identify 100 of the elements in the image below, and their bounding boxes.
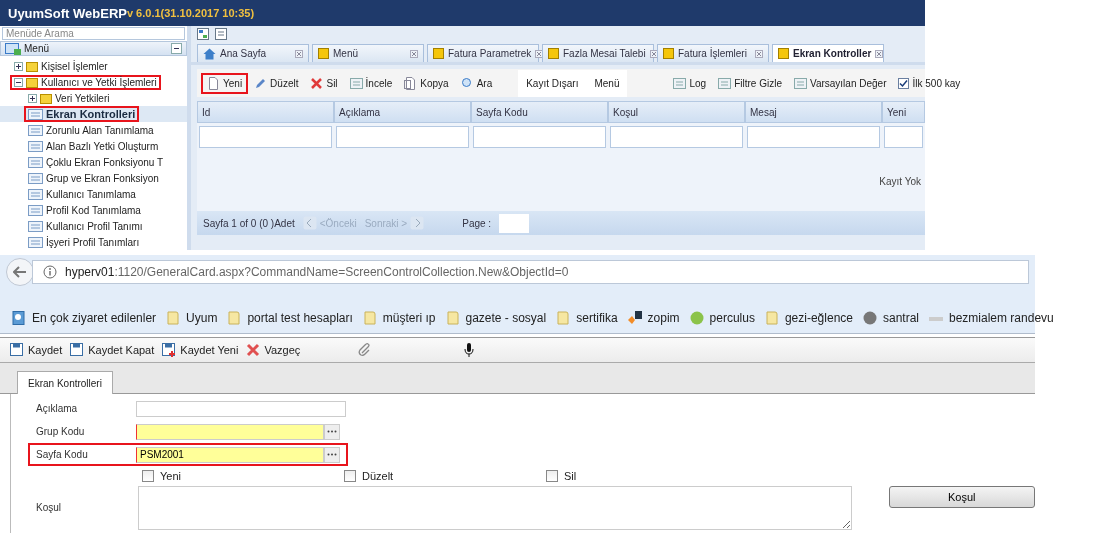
form-toolbar-button[interactable]: Kaydet Kapat	[70, 343, 155, 357]
column-header[interactable]: Yeni	[882, 101, 925, 123]
page-icon	[28, 108, 43, 120]
badge-icon	[627, 311, 642, 325]
menu-tree-item[interactable]: Grup ve Ekran Fonksiyon	[46, 172, 159, 184]
page-tab[interactable]: Fatura İşlemleri	[657, 44, 769, 62]
page-tab[interactable]: Fazla Mesai Talebi	[542, 44, 654, 62]
toolbar-link[interactable]: Menü	[586, 69, 628, 97]
column-header[interactable]: Koşul	[608, 101, 745, 123]
permission-checkbox[interactable]: Yeni	[142, 470, 344, 482]
toolbar-button[interactable]: Varsayılan Değer	[787, 72, 893, 94]
filter-field[interactable]	[610, 126, 743, 148]
input-field[interactable]	[136, 400, 346, 417]
bookmark[interactable]: En çok ziyaret edilenler	[12, 311, 157, 325]
bookmark-page-icon	[12, 311, 26, 325]
bookmark[interactable]: Uyum	[166, 311, 218, 325]
address-bar[interactable]: hyperv01:1120/GeneralCard.aspx?CommandName=ScreenControlCollection.New&ObjectId=0	[32, 260, 1029, 284]
page-tab[interactable]: Menü	[312, 44, 424, 62]
toolbar-link[interactable]: Kayıt Dışarı	[518, 69, 587, 97]
column-header[interactable]: Sayfa Kodu	[471, 101, 608, 123]
close-icon[interactable]	[295, 49, 303, 58]
microphone-icon[interactable]	[464, 342, 475, 358]
bookmark[interactable]: gezi-eğlence	[764, 311, 853, 325]
toolbar-button[interactable]: Düzelt	[248, 72, 305, 94]
bookmark[interactable]: santral	[863, 311, 919, 325]
paperclip-icon[interactable]	[358, 343, 373, 357]
toolbar-button[interactable]: İncele	[343, 72, 399, 94]
list-icon[interactable]	[215, 28, 227, 40]
back-button[interactable]	[6, 258, 34, 286]
field-label: Koşul	[36, 502, 62, 513]
menu-tree-item[interactable]: Alan Bazlı Yetki Oluşturm	[46, 140, 159, 152]
menu-tree-item[interactable]: Kişisel İşlemler	[41, 60, 108, 72]
save-plus-icon	[162, 343, 177, 357]
save-icon	[70, 343, 85, 357]
permission-checkbox[interactable]: Sil	[546, 470, 748, 482]
menu-tree-item[interactable]: Profil Kod Tanımlama	[46, 204, 141, 216]
menu-tree-item[interactable]: Kullanıcı Tanımlama	[46, 188, 136, 200]
house-icon	[203, 47, 216, 60]
bookmark[interactable]: perculus	[689, 311, 755, 325]
column-header[interactable]: Mesaj	[745, 101, 882, 123]
collapse-icon[interactable]	[171, 43, 182, 55]
folder-icon	[556, 311, 571, 325]
menu-tree-item[interactable]: Çoklu Ekran Fonksiyonu T	[46, 156, 164, 168]
menu-title: Menü	[24, 43, 49, 55]
bookmark[interactable]: bezmialem randevu	[929, 311, 1054, 325]
filter-field[interactable]	[884, 126, 923, 148]
expander-icon[interactable]	[28, 93, 37, 103]
filter-field[interactable]	[747, 126, 880, 148]
permission-checkbox[interactable]: Düzelt	[344, 470, 546, 482]
close-icon[interactable]	[755, 49, 763, 58]
layout-icon[interactable]	[197, 28, 209, 40]
toolbar-button[interactable]: Kopya	[398, 72, 455, 94]
bookmark[interactable]: portal test hesapları	[227, 311, 353, 325]
square-icon	[548, 48, 559, 59]
toolbar-button[interactable]: Sil	[304, 72, 344, 94]
bookmark[interactable]: zopim	[627, 311, 680, 325]
lookup-button[interactable]	[324, 423, 340, 440]
page-tab[interactable]: Ekran Kontroller	[772, 44, 884, 62]
toolbar-button[interactable]: Filtre Gizle	[712, 72, 788, 94]
filter-field[interactable]	[336, 126, 469, 148]
page-icon	[28, 204, 43, 216]
copy-icon	[404, 76, 418, 90]
column-header[interactable]: Açıklama	[334, 101, 471, 123]
toolbar-button[interactable]: Yeni	[201, 72, 249, 94]
square-icon	[318, 48, 329, 59]
lookup-field[interactable]: PSM2001	[136, 446, 324, 463]
bookmark[interactable]: gazete - sosyal	[445, 311, 547, 325]
expander-icon[interactable]	[14, 61, 23, 71]
menu-tree-item[interactable]: İşyeri Profil Tanımları	[46, 236, 140, 248]
bookmark[interactable]: müşteri ıp	[362, 311, 436, 325]
lookup-button[interactable]	[324, 446, 340, 463]
form-toolbar-button[interactable]: Kaydet Yeni	[162, 343, 239, 357]
condition-button[interactable]: Koşul	[888, 486, 1035, 508]
menu-tree-item[interactable]: Kullanıcı Profil Tanımı	[46, 220, 143, 232]
toolbar-button[interactable]: Log	[667, 72, 713, 94]
check-icon	[899, 78, 909, 88]
form-toolbar-button[interactable]: Vazgeç	[246, 343, 301, 357]
first-500-checkbox[interactable]: İlk 500 kay	[892, 73, 967, 93]
page-number-field[interactable]	[499, 213, 530, 233]
bookmark[interactable]: sertifika	[556, 311, 618, 325]
menu-tree-item[interactable]: Zorunlu Alan Tanımlama	[46, 124, 154, 136]
close-icon[interactable]	[875, 49, 884, 58]
square-icon	[663, 48, 674, 59]
menu-icon	[5, 42, 21, 55]
page-tab[interactable]: Ana Sayfa	[197, 44, 309, 62]
page-icon	[28, 156, 43, 168]
info-icon[interactable]	[43, 265, 57, 279]
condition-text-area[interactable]	[138, 486, 852, 530]
form-toolbar-button[interactable]: Kaydet	[10, 343, 63, 357]
filter-field[interactable]	[473, 126, 606, 148]
expander-icon[interactable]	[14, 77, 23, 87]
toolbar-button[interactable]: Ara	[454, 72, 499, 94]
column-header[interactable]: Id	[197, 101, 334, 123]
close-icon[interactable]	[410, 49, 418, 58]
menu-search-field[interactable]: Menüde Arama	[2, 27, 185, 41]
form-tab[interactable]: Ekran Kontrolleri	[17, 371, 113, 394]
lookup-field[interactable]	[136, 423, 324, 440]
filter-field[interactable]	[199, 126, 332, 148]
menu-tree-item[interactable]: Veri Yetkileri	[55, 92, 110, 104]
page-tab[interactable]: Fatura Parametrek	[427, 44, 539, 62]
